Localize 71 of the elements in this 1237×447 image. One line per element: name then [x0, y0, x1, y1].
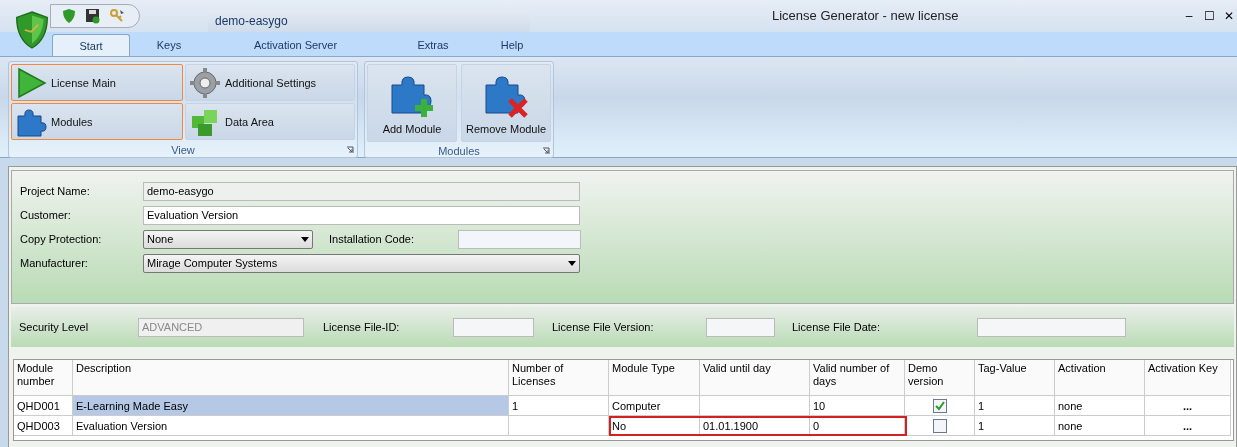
field-label: Copy Protection:: [20, 233, 103, 245]
column-header[interactable]: Module Type: [609, 360, 700, 396]
field-label: Customer:: [20, 209, 72, 221]
table-cell: ...: [1145, 396, 1231, 416]
field-label: Manufacturer:: [20, 257, 89, 269]
minimize-button[interactable]: –: [1181, 9, 1197, 23]
column-header[interactable]: Demo version: [905, 360, 975, 396]
column-header[interactable]: Tag-Value: [975, 360, 1055, 396]
text-field: ADVANCED: [138, 317, 304, 337]
table-cell: Evaluation Version: [73, 416, 509, 436]
table-cell: 1: [975, 416, 1055, 436]
ribbon-button[interactable]: Remove Module: [461, 64, 551, 142]
keys-icon[interactable]: [109, 8, 125, 24]
field-label: License File Version:: [552, 321, 655, 333]
column-header[interactable]: Activation Key: [1145, 360, 1231, 396]
table-cell: E-Learning Made Easy: [73, 396, 509, 416]
dropdown[interactable]: None: [143, 229, 313, 249]
ribbon-button[interactable]: Add Module: [367, 64, 457, 142]
table-cell: 0: [810, 416, 905, 436]
column-header[interactable]: Activation: [1055, 360, 1145, 396]
dropdown-arrow-icon: [301, 236, 309, 242]
column-header[interactable]: Valid until day: [700, 360, 810, 396]
column-header[interactable]: Description: [73, 360, 509, 396]
dialog-launcher-icon[interactable]: [542, 146, 550, 155]
table-cell: ...: [1145, 416, 1231, 436]
dialog-launcher-icon[interactable]: [346, 145, 354, 154]
ribbon-button[interactable]: Modules: [11, 103, 183, 140]
field-label: License File-ID:: [323, 321, 401, 333]
table-cell: 1: [975, 396, 1055, 416]
text-field[interactable]: Evaluation Version: [143, 205, 580, 225]
table-cell: 10: [810, 396, 905, 416]
close-button[interactable]: ✕: [1221, 9, 1237, 23]
ribbon-button[interactable]: Additional Settings: [185, 64, 355, 101]
ribbon-tab[interactable]: Help: [483, 34, 541, 56]
text-field[interactable]: [977, 317, 1126, 337]
table-cell: none: [1055, 416, 1145, 436]
dropdown-arrow-icon: [568, 260, 576, 266]
ribbon-tab[interactable]: Activation Server: [208, 34, 383, 56]
ribbon-tab[interactable]: Start: [52, 34, 130, 56]
group-caption: View: [171, 143, 195, 156]
group-caption: Modules: [438, 144, 480, 157]
save-icon[interactable]: [85, 8, 101, 24]
table-cell: No: [609, 416, 700, 436]
checkbox[interactable]: [932, 418, 947, 433]
ribbon-button[interactable]: Data Area: [185, 103, 355, 140]
play-icon: [15, 66, 47, 99]
text-field[interactable]: [453, 317, 534, 337]
maximize-button[interactable]: ☐: [1201, 9, 1217, 23]
table-cell: QHD003: [14, 416, 73, 436]
dropdown[interactable]: Mirage Computer Systems: [143, 253, 580, 273]
column-header[interactable]: Number of Licenses: [509, 360, 609, 396]
ribbon-tab[interactable]: Extras: [383, 34, 483, 56]
shield-icon[interactable]: [61, 8, 77, 24]
column-header[interactable]: Module number: [14, 360, 73, 396]
table-cell: 01.01.1900: [700, 416, 810, 436]
table-cell: Computer: [609, 396, 700, 416]
table-cell: none: [1055, 396, 1145, 416]
field-label: Security Level: [19, 321, 90, 333]
checkbox[interactable]: [932, 398, 947, 413]
column-header[interactable]: Valid number of days: [810, 360, 905, 396]
table-cell: 1: [509, 396, 609, 416]
text-field[interactable]: [706, 317, 775, 337]
field-label: License File Date:: [792, 321, 882, 333]
window-title: License Generator - new license: [772, 8, 959, 23]
field-label: Project Name:: [20, 185, 91, 197]
ribbon-button[interactable]: License Main: [11, 64, 183, 101]
text-field[interactable]: demo-easygo: [143, 181, 580, 201]
gear-icon: [189, 66, 221, 99]
field-label: Installation Code:: [329, 233, 415, 245]
ribbon-tab[interactable]: Keys: [130, 34, 208, 56]
text-field[interactable]: [458, 229, 581, 249]
